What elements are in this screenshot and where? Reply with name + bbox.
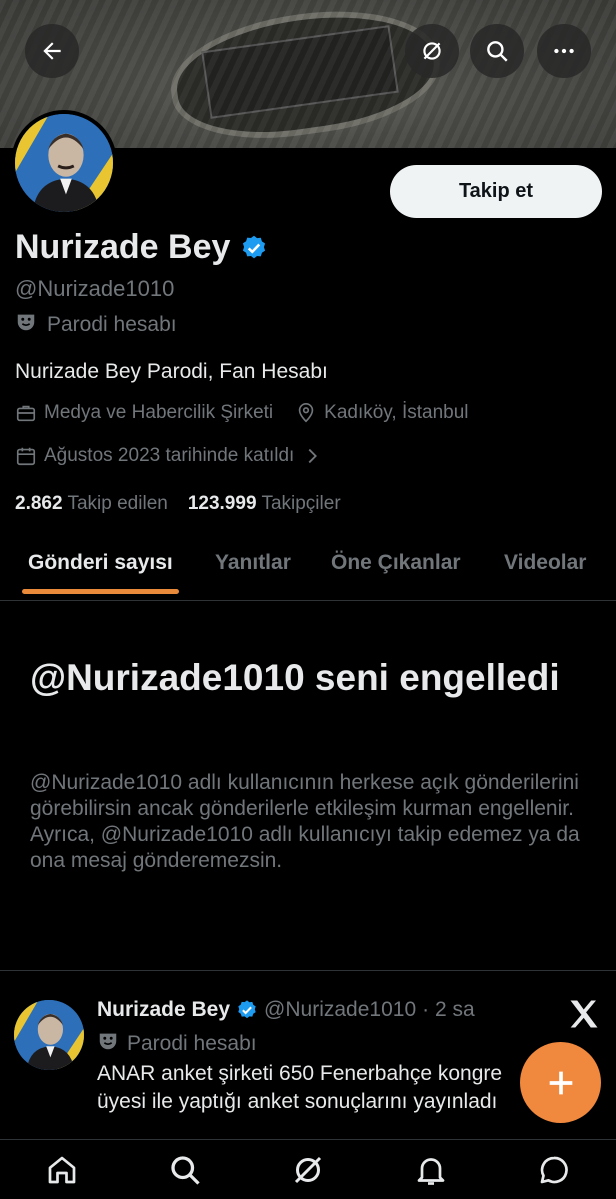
avatar-portrait-image <box>15 114 113 212</box>
search-icon <box>487 41 508 62</box>
following-count: 2.862 <box>15 493 63 514</box>
nav-messages[interactable] <box>536 1152 572 1188</box>
category-label: Medya ve Habercilik Şirketi <box>44 402 274 423</box>
followers-label: Takipçiler <box>261 493 341 514</box>
post-header: Nurizade Bey @Nurizade1010 · 2 sa <box>97 998 475 1022</box>
joined-label: Ağustos 2023 tarihinde katıldı <box>44 445 295 466</box>
profile-name-row: Nurizade Bey <box>15 228 268 267</box>
followers-link[interactable]: 123.999 Takipçiler <box>188 493 341 515</box>
tab-highlights-label: Öne Çıkanlar <box>331 551 461 574</box>
divider <box>0 970 616 971</box>
nav-home[interactable] <box>44 1152 80 1188</box>
follow-button[interactable]: Takip et <box>390 165 602 218</box>
post-author-name[interactable]: Nurizade Bey <box>97 998 230 1022</box>
briefcase-icon <box>15 402 37 424</box>
followers-count: 123.999 <box>187 493 257 514</box>
back-button[interactable] <box>25 24 79 78</box>
tab-replies[interactable]: Yanıtlar <box>215 537 291 575</box>
compose-button[interactable] <box>520 1042 601 1123</box>
post-avatar[interactable] <box>14 1000 84 1070</box>
post-parody-mask-icon <box>97 1030 119 1058</box>
profile-handle: @Nurizade1010 <box>15 276 175 301</box>
profile-avatar[interactable] <box>11 110 117 216</box>
post-text-line-1: ANAR anket şirketi 650 Fenerbahçe kongre <box>97 1062 503 1085</box>
chat-bubble-icon <box>540 1156 569 1183</box>
profile-name: Nurizade Bey <box>15 228 231 266</box>
tab-replies-label: Yanıtlar <box>215 551 291 574</box>
chevron-right-icon <box>301 445 323 467</box>
more-button[interactable] <box>537 24 591 78</box>
post-verified-badge-icon[interactable] <box>236 999 258 1021</box>
post-avatar-image <box>14 1000 84 1070</box>
parody-mask-icon <box>15 311 37 339</box>
category-item: Medya ve Habercilik Şirketi <box>15 402 273 424</box>
x-logo-icon <box>570 1000 598 1028</box>
post-text[interactable]: ANAR anket şirketi 650 Fenerbahçe kongre… <box>97 1060 527 1116</box>
parody-label: Parodi hesabı <box>47 313 177 336</box>
tab-posts-label: Gönderi sayısı <box>28 551 173 574</box>
calendar-icon <box>15 445 37 467</box>
nav-search[interactable] <box>167 1152 203 1188</box>
post-parody-label: Parodi hesabı <box>127 1032 257 1055</box>
location-item: Kadıköy, İstanbul <box>295 402 469 424</box>
grok-button[interactable] <box>405 24 459 78</box>
grok-nav-icon <box>294 1156 322 1183</box>
nav-grok[interactable] <box>290 1152 326 1188</box>
post-parody-row: Parodi hesabı <box>97 1030 257 1058</box>
tab-highlights[interactable]: Öne Çıkanlar <box>331 537 461 575</box>
tab-videos-label: Videolar <box>504 551 587 574</box>
active-tab-indicator <box>22 589 179 594</box>
profile-tabs: Gönderi sayısı Yanıtlar Öne Çıkanlar Vid… <box>0 537 616 601</box>
blocked-description: @Nurizade1010 adlı kullanıcının herkese … <box>30 771 580 872</box>
search-nav-icon <box>171 1155 200 1185</box>
post-author-handle[interactable]: @Nurizade1010 <box>264 998 416 1022</box>
nav-notifications[interactable] <box>413 1152 449 1188</box>
post-time: · 2 sa <box>422 998 475 1021</box>
tab-posts[interactable]: Gönderi sayısı <box>22 537 179 594</box>
location-label: Kadıköy, İstanbul <box>324 402 469 423</box>
bell-icon <box>417 1157 445 1185</box>
profile-bio: Nurizade Bey Parodi, Fan Hesabı <box>15 360 328 383</box>
profile-meta-row: Medya ve Habercilik Şirketi Kadıköy, İst… <box>15 402 491 424</box>
search-button[interactable] <box>470 24 524 78</box>
blocked-title: @Nurizade1010 seni engelledi <box>30 657 560 698</box>
joined-row[interactable]: Ağustos 2023 tarihinde katıldı <box>15 445 323 467</box>
more-icon <box>554 48 574 54</box>
parody-label-row: Parodi hesabı <box>15 311 177 339</box>
post-text-line-2: üyesi ile yaptığı anket sonuçlarını yayı… <box>97 1090 498 1113</box>
tab-videos[interactable]: Videolar <box>504 537 586 575</box>
location-pin-icon <box>295 402 317 424</box>
follow-counts: 2.862 Takip edilen 123.999 Takipçiler <box>15 493 341 515</box>
grok-icon <box>423 42 441 60</box>
arrow-left-icon <box>43 42 61 60</box>
bottom-navigation <box>0 1139 616 1199</box>
plus-icon <box>549 1071 572 1094</box>
home-icon <box>48 1156 75 1183</box>
following-label: Takip edilen <box>67 493 168 514</box>
following-link[interactable]: 2.862 Takip edilen <box>15 493 168 515</box>
verified-badge-icon[interactable] <box>240 234 268 262</box>
